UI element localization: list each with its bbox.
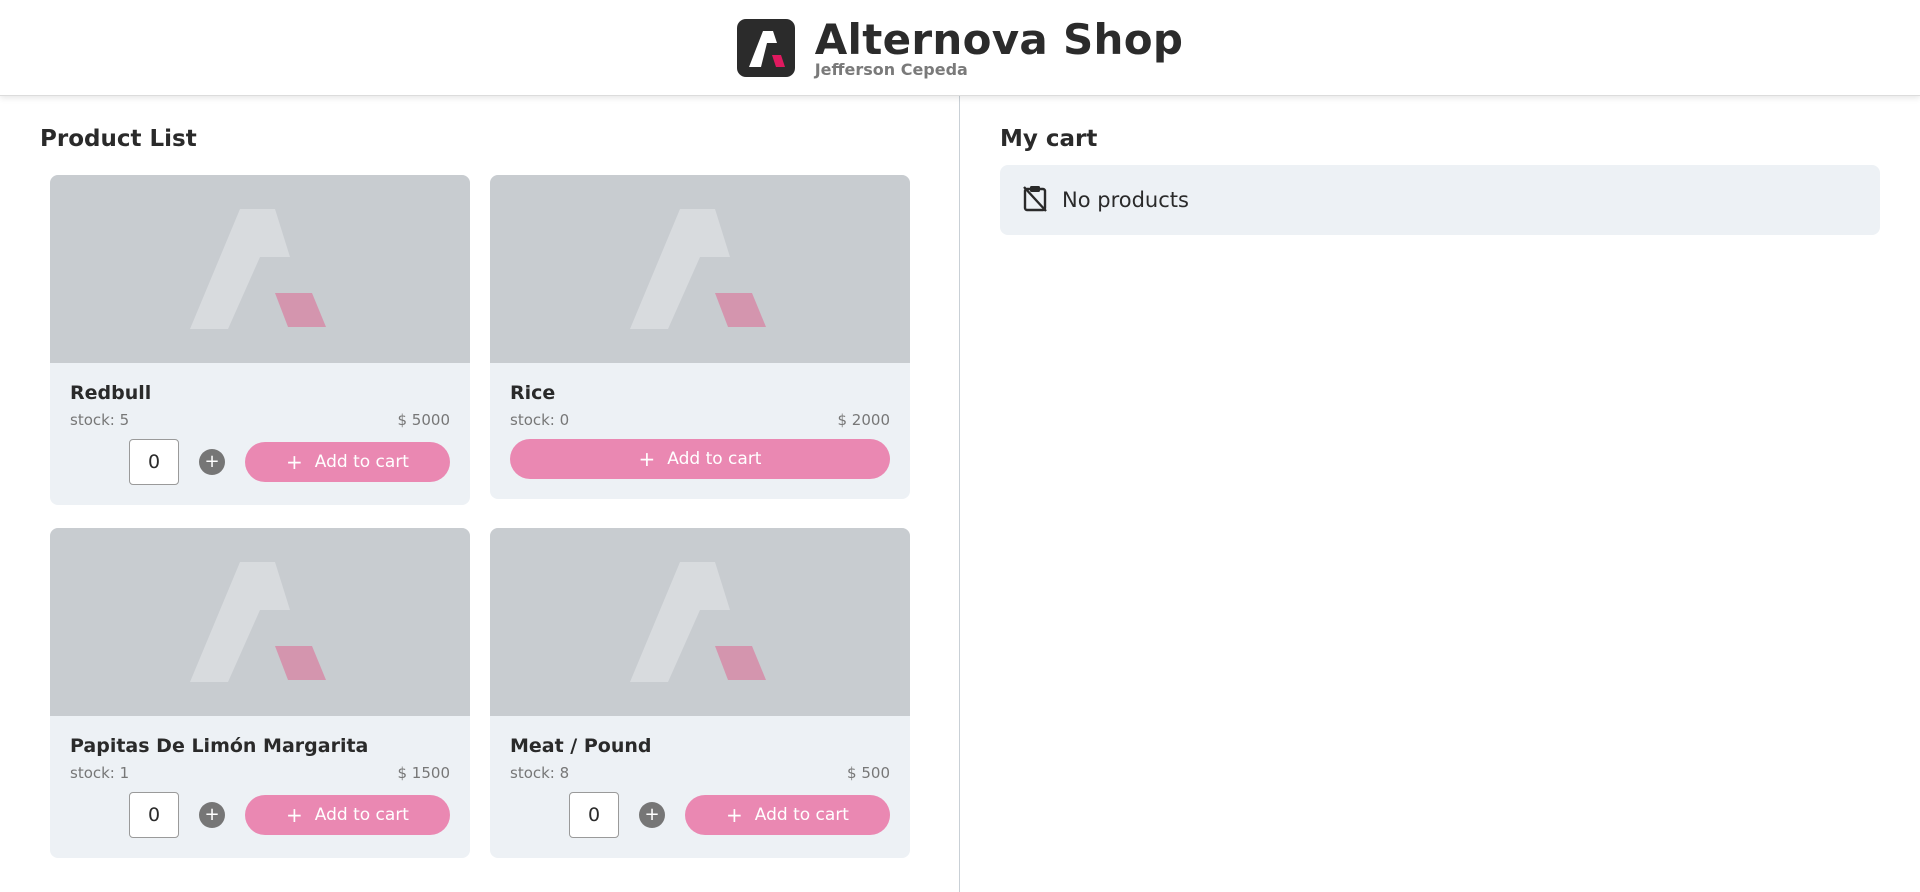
app-header: Alternova Shop Jefferson Cepeda	[0, 0, 1920, 96]
product-image-placeholder	[490, 528, 910, 716]
quantity-input[interactable]	[129, 439, 179, 485]
product-image-placeholder	[490, 175, 910, 363]
product-price: $ 5000	[397, 411, 451, 429]
cart-empty-state: No products	[1000, 165, 1880, 235]
alternova-placeholder-icon	[190, 209, 326, 329]
alternova-placeholder-icon	[630, 209, 766, 329]
app-title: Alternova Shop	[814, 14, 1184, 64]
cart-title: My cart	[1000, 126, 1098, 152]
increment-button[interactable]: +	[199, 449, 225, 475]
plus-icon: +	[726, 803, 743, 827]
brand[interactable]: Alternova Shop Jefferson Cepeda	[736, 14, 1184, 79]
product-card: Rice stock: 0 $ 2000 + Add to cart	[490, 175, 910, 499]
product-list-title: Product List	[40, 126, 197, 152]
product-name: Papitas De Limón Margarita	[70, 735, 369, 757]
product-stock: stock: 5	[70, 411, 130, 429]
plus-icon: +	[644, 804, 660, 825]
add-to-cart-label: Add to cart	[314, 805, 409, 825]
product-stock: stock: 1	[70, 764, 130, 782]
plus-icon: +	[286, 803, 303, 827]
increment-button[interactable]: +	[639, 802, 665, 828]
product-stock: stock: 8	[510, 764, 570, 782]
product-price: $ 2000	[837, 411, 891, 429]
product-price: $ 1500	[397, 764, 451, 782]
cart-panel: My cart No products	[960, 96, 1920, 892]
product-list-panel: Product List Redbull stock: 5 $ 5000 + +…	[0, 96, 959, 892]
add-to-cart-button[interactable]: + Add to cart	[685, 795, 890, 835]
product-name: Rice	[510, 382, 556, 404]
clipboard-off-icon	[1022, 184, 1048, 216]
add-to-cart-label: Add to cart	[754, 805, 849, 825]
product-name: Redbull	[70, 382, 152, 404]
product-price: $ 500	[847, 764, 890, 782]
plus-icon: +	[204, 451, 220, 472]
alternova-placeholder-icon	[190, 562, 326, 682]
add-to-cart-button[interactable]: + Add to cart	[510, 439, 890, 479]
add-to-cart-label: Add to cart	[667, 449, 762, 469]
alternova-logo-icon	[736, 18, 795, 77]
product-image-placeholder	[50, 175, 470, 363]
quantity-input[interactable]	[129, 792, 179, 838]
product-stock: stock: 0	[510, 411, 570, 429]
product-card: Meat / Pound stock: 8 $ 500 + + Add to c…	[490, 528, 910, 858]
plus-icon: +	[286, 450, 303, 474]
add-to-cart-button[interactable]: + Add to cart	[245, 442, 450, 482]
plus-icon: +	[204, 804, 220, 825]
app-subtitle: Jefferson Cepeda	[814, 59, 968, 79]
plus-icon: +	[638, 447, 656, 471]
product-image-placeholder	[50, 528, 470, 716]
increment-button[interactable]: +	[199, 802, 225, 828]
add-to-cart-label: Add to cart	[314, 452, 409, 472]
product-card: Papitas De Limón Margarita stock: 1 $ 15…	[50, 528, 470, 858]
cart-empty-text: No products	[1062, 188, 1189, 212]
quantity-input[interactable]	[569, 792, 619, 838]
alternova-placeholder-icon	[630, 562, 766, 682]
product-card: Redbull stock: 5 $ 5000 + + Add to cart	[50, 175, 470, 505]
product-name: Meat / Pound	[510, 735, 652, 757]
add-to-cart-button[interactable]: + Add to cart	[245, 795, 450, 835]
